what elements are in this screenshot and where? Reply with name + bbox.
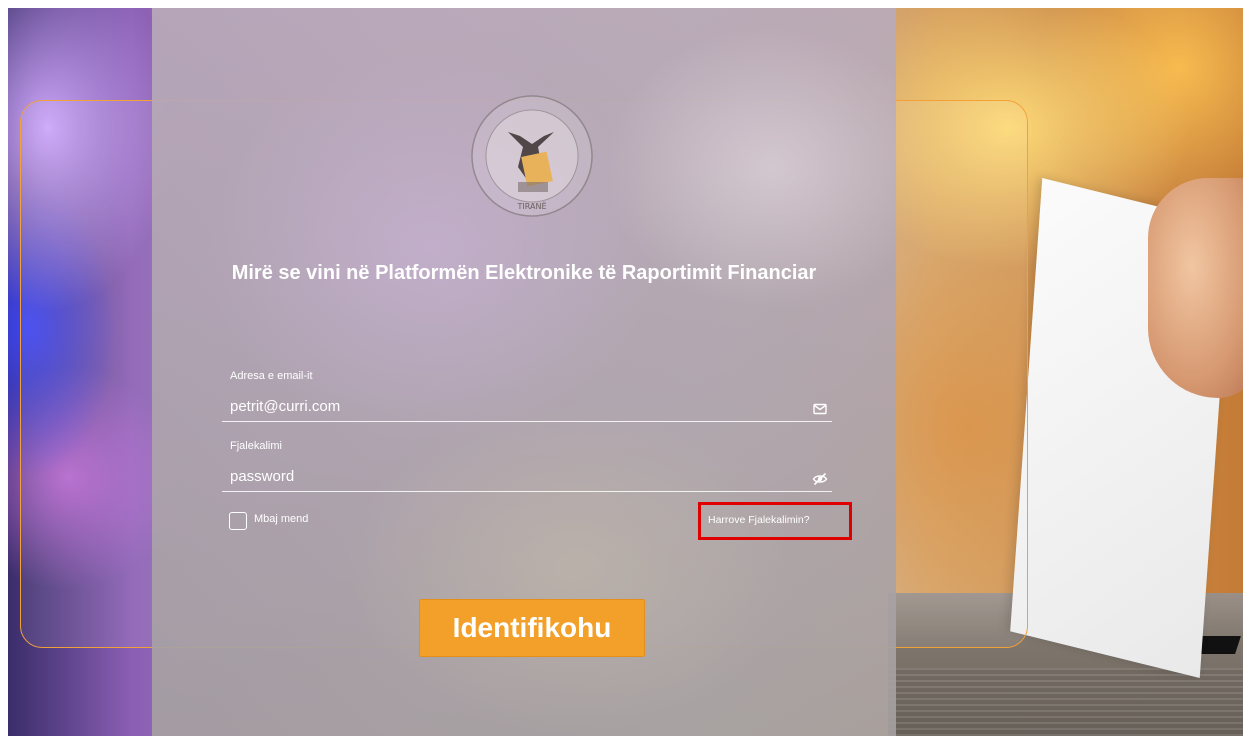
remember-me-checkbox[interactable]	[229, 512, 247, 530]
mail-icon	[813, 403, 827, 415]
page-title: Mirë se vini në Platformën Elektronike t…	[231, 262, 817, 284]
email-field[interactable]	[222, 392, 832, 422]
password-field[interactable]	[222, 462, 832, 492]
forgot-password-link[interactable]: Harrove Fjalekalimin?	[708, 514, 810, 526]
ballot-box-texture	[888, 668, 1243, 736]
email-label: Adresa e email-it	[230, 370, 313, 382]
eye-off-icon[interactable]	[812, 471, 828, 487]
hand-image	[1148, 178, 1243, 398]
background-image: TIRANË Mirë se vini në Platformën Elektr…	[8, 8, 1243, 736]
password-label: Fjalekalimi	[230, 440, 282, 452]
commission-logo: TIRANË	[471, 95, 593, 217]
login-button[interactable]: Identifikohu	[419, 599, 645, 657]
remember-me-label: Mbaj mend	[254, 513, 309, 525]
logo-city-text: TIRANË	[517, 201, 547, 211]
login-panel: TIRANË Mirë se vini në Platformën Elektr…	[152, 8, 896, 736]
